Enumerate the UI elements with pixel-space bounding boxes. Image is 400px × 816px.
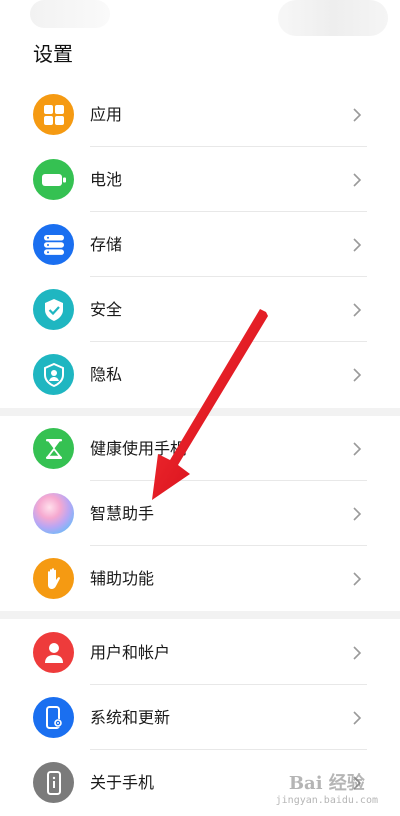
security-shield-icon [33,289,74,330]
page-title: 设置 [33,42,73,66]
user-icon [33,632,74,673]
chevron-right-icon [352,481,362,546]
settings-item-accessibility[interactable]: 辅助功能 [0,546,400,611]
hand-icon [33,558,74,599]
group-separator [0,408,400,416]
settings-group-1: 应用 电池 存储 安全 隐私 [0,82,400,407]
settings-item-label: 存储 [90,235,123,254]
settings-item-label: 应用 [90,105,123,124]
chevron-right-icon [352,277,362,342]
settings-item-privacy[interactable]: 隐私 [0,342,400,407]
settings-item-battery[interactable]: 电池 [0,147,400,212]
settings-group-2: 健康使用手机 智慧助手 辅助功能 [0,416,400,611]
group-separator [0,611,400,619]
apps-icon [33,94,74,135]
settings-item-label: 安全 [90,300,123,319]
about-phone-icon [33,762,74,803]
chevron-right-icon [352,416,362,481]
settings-item-storage[interactable]: 存储 [0,212,400,277]
settings-item-users-accounts[interactable]: 用户和帐户 [0,620,400,685]
chevron-right-icon [352,147,362,212]
chevron-right-icon [352,82,362,147]
settings-item-label: 用户和帐户 [90,643,171,662]
settings-item-label: 隐私 [90,365,123,384]
system-phone-icon [33,697,74,738]
watermark-sub: jingyan.baidu.com [275,795,378,806]
chevron-right-icon [352,620,362,685]
settings-item-label: 系统和更新 [90,708,171,727]
chevron-right-icon [352,685,362,750]
settings-item-system-update[interactable]: 系统和更新 [0,685,400,750]
privacy-shield-icon [33,354,74,395]
chevron-right-icon [352,342,362,407]
hourglass-icon [33,428,74,469]
watermark-main: Bai 经验 [288,773,365,794]
settings-item-security[interactable]: 安全 [0,277,400,342]
chevron-right-icon [352,212,362,277]
status-bar-left-blur [30,0,110,28]
settings-item-label: 智慧助手 [90,504,155,523]
baidu-jingyan-watermark: Bai 经验 jingyan.baidu.com [276,769,378,806]
chevron-right-icon [352,546,362,611]
status-bar [0,0,400,36]
assistant-orb-icon [33,493,74,534]
settings-item-apps[interactable]: 应用 [0,82,400,147]
settings-item-smart-assistant[interactable]: 智慧助手 [0,481,400,546]
settings-item-label: 健康使用手机 [90,439,187,458]
status-bar-right-blur [278,0,388,36]
settings-item-label: 关于手机 [90,773,155,792]
settings-item-label: 辅助功能 [90,569,155,588]
settings-item-digital-balance[interactable]: 健康使用手机 [0,416,400,481]
storage-icon [33,224,74,265]
settings-item-label: 电池 [90,170,123,189]
battery-icon [33,159,74,200]
